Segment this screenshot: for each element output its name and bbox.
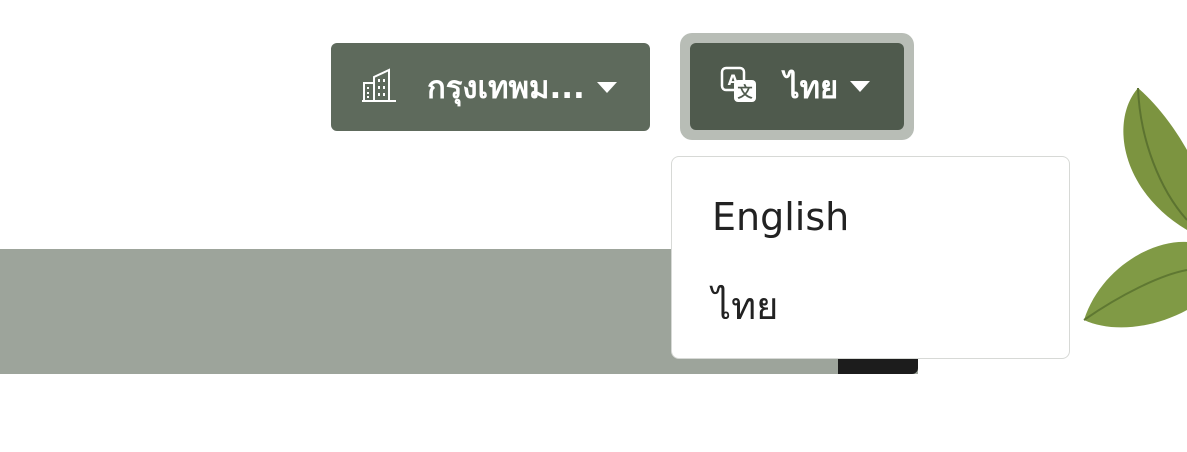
location-label: กรุงเทพม...	[427, 70, 585, 106]
language-label: ไทย	[784, 69, 839, 106]
chevron-down-icon	[596, 81, 617, 93]
leaf-decoration	[1083, 87, 1187, 328]
language-menu: English ไทย	[671, 156, 1070, 359]
language-dropdown-button[interactable]: A 文 ไทย	[690, 43, 904, 130]
translate-icon: A 文	[720, 66, 758, 108]
building-icon	[361, 67, 397, 107]
language-option-english[interactable]: English	[712, 195, 849, 239]
chevron-down-icon	[850, 81, 871, 92]
language-option-thai[interactable]: ไทย	[712, 275, 778, 336]
location-dropdown-button[interactable]: กรุงเทพม...	[331, 43, 650, 131]
svg-text:文: 文	[737, 83, 753, 101]
